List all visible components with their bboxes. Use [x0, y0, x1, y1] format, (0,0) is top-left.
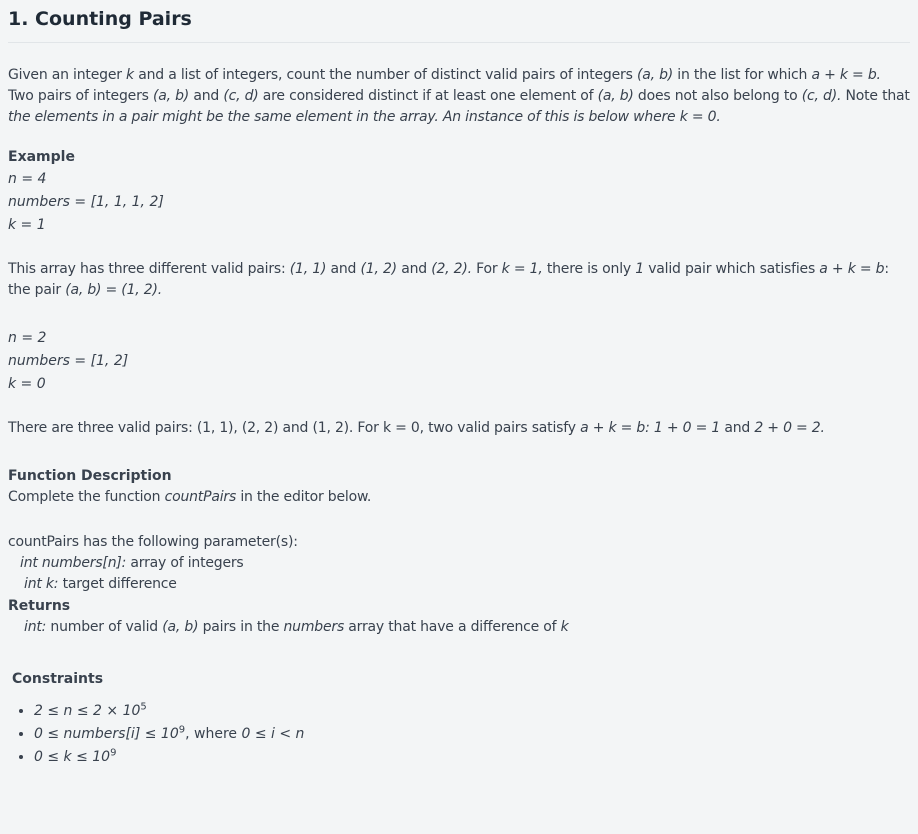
text-segment: there is only [542, 261, 636, 277]
example-2-line: numbers = [1, 2] [8, 353, 129, 369]
text-segment: in the list for which [673, 67, 812, 83]
text-segment: and a list of integers, count the number… [133, 67, 637, 83]
text-segment: int numbers[n]: [20, 555, 127, 571]
text-segment: 0 ≤ k ≤ 10 [34, 749, 111, 765]
text-segment: 2 ≤ n ≤ 2 × 10 [34, 703, 141, 719]
example-2-line: k = 0 [8, 376, 46, 392]
text-segment: target difference [58, 576, 177, 592]
text-segment: and [720, 420, 755, 436]
constraint-item: 0 ≤ k ≤ 109 [34, 746, 910, 769]
text-segment: (a, b) [152, 88, 190, 104]
text-segment: are considered distinct if at least one … [258, 88, 598, 104]
text-segment: array of integers [126, 555, 244, 571]
param-numbers: int numbers[n]: array of integers [8, 553, 910, 574]
text-segment: countPairs [164, 489, 237, 505]
text-segment: (c, d) [223, 88, 259, 104]
text-segment: Two pairs of integers [8, 88, 153, 104]
text-segment: 5 [140, 701, 147, 713]
example-1: n = 4 numbers = [1, 1, 1, 2] k = 1 [8, 168, 910, 237]
text-segment: 9 [110, 747, 117, 759]
text-segment: , where [185, 726, 242, 742]
params-intro: countPairs has the following parameter(s… [8, 534, 298, 550]
example-1-line: n = 4 [8, 171, 47, 187]
text-segment: 0 ≤ i < n [241, 726, 305, 742]
text-segment: the elements in a pair might be the same… [8, 109, 721, 125]
text-segment: a + k = b [819, 261, 885, 277]
example-2-line: n = 2 [8, 330, 47, 346]
page-title: 1. Counting Pairs [8, 8, 192, 30]
text-segment: pairs in the [198, 619, 284, 635]
text-segment: Note that [841, 88, 910, 104]
text-segment: Complete the function [8, 489, 165, 505]
param-k: int k: target difference [8, 574, 910, 595]
constraint-item: 0 ≤ numbers[i] ≤ 109, where 0 ≤ i < n [34, 723, 910, 746]
function-description-text: Complete the function countPairs in the … [8, 487, 910, 508]
text-segment: (a, b) [636, 67, 674, 83]
text-segment: This array has three different valid pai… [8, 261, 290, 277]
constraints-list: 2 ≤ n ≤ 2 × 105 0 ≤ numbers[i] ≤ 109, wh… [8, 700, 910, 769]
text-segment: For [471, 261, 502, 277]
text-segment: (c, d). [801, 88, 842, 104]
problem-statement: 1. Counting Pairs Given an integer k and… [0, 0, 918, 769]
text-segment: (1, 1) [289, 261, 327, 277]
function-description-heading: Function Description [8, 468, 172, 484]
constraints-heading: Constraints [12, 671, 104, 687]
text-segment: a + k = b. [811, 67, 881, 83]
text-segment: in the editor below. [236, 489, 372, 505]
text-segment: 1 [635, 261, 644, 277]
text-segment: number of valid [46, 619, 163, 635]
text-segment: Given an integer [8, 67, 127, 83]
text-segment: There are three valid pairs: (1, 1), (2,… [8, 420, 581, 436]
text-segment: 2 + 0 = 2. [754, 420, 825, 436]
intro-paragraph: Given an integer k and a list of integer… [8, 65, 910, 128]
text-segment: valid pair which satisfies [643, 261, 820, 277]
text-segment: (1, 2) [360, 261, 397, 277]
text-segment: (2, 2). [431, 261, 472, 277]
text-segment: does not also belong to [633, 88, 802, 104]
text-segment: int: [24, 619, 47, 635]
example-2: n = 2 numbers = [1, 2] k = 0 [8, 327, 910, 396]
text-segment: k [560, 619, 569, 635]
text-segment: and [326, 261, 361, 277]
text-segment: int k: [24, 576, 59, 592]
text-segment: 0 ≤ numbers[i] ≤ 10 [34, 726, 179, 742]
returns-heading: Returns [8, 598, 71, 614]
text-segment: (a, b) [162, 619, 199, 635]
text-segment: and [396, 261, 432, 277]
text-segment: numbers [283, 619, 345, 635]
example-heading: Example [8, 149, 75, 165]
example-2-explanation: There are three valid pairs: (1, 1), (2,… [8, 418, 910, 439]
returns-text: int: number of valid (a, b) pairs in the… [8, 617, 910, 638]
example-1-line: numbers = [1, 1, 1, 2] [8, 194, 164, 210]
divider [8, 42, 910, 43]
text-segment: array that have a difference of [344, 619, 561, 635]
text-segment: a + k = b: 1 + 0 = 1 [580, 420, 721, 436]
example-1-explanation: This array has three different valid pai… [8, 259, 910, 301]
constraint-item: 2 ≤ n ≤ 2 × 105 [34, 700, 910, 723]
text-segment: (a, b) [597, 88, 634, 104]
text-segment: (a, b) = (1, 2). [65, 282, 162, 298]
text-segment: k [126, 67, 134, 83]
text-segment: k = 1, [501, 261, 543, 277]
text-segment: and [189, 88, 224, 104]
example-1-line: k = 1 [8, 217, 46, 233]
